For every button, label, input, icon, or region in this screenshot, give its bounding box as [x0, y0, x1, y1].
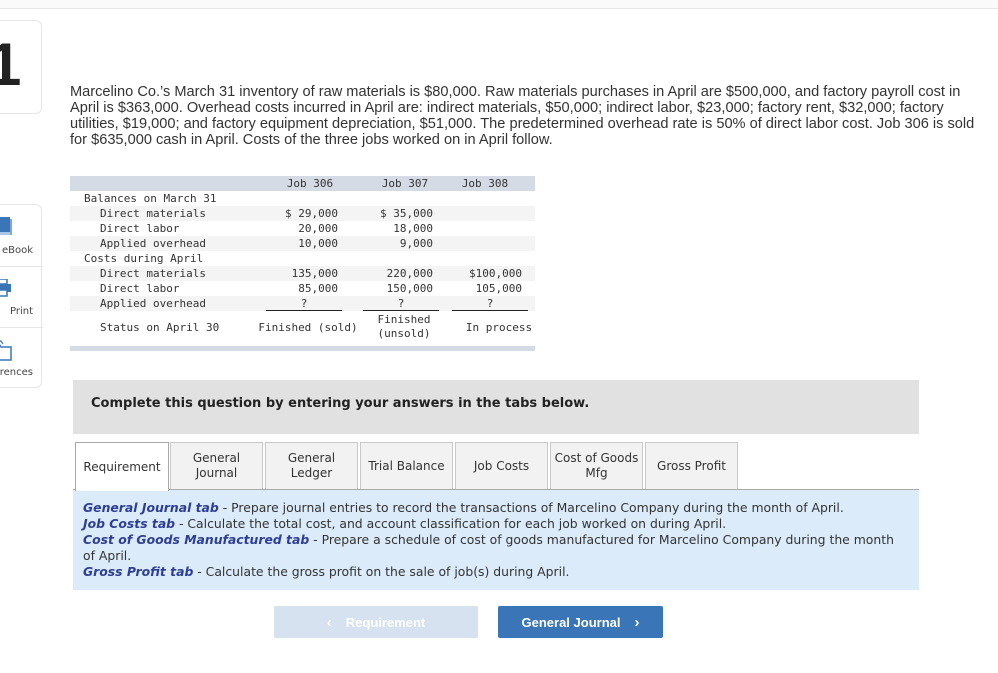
- ebook-label: eBook: [1, 245, 33, 256]
- section-title: Balances on March 31: [84, 192, 217, 205]
- requirement-text: - Prepare journal entries to record the …: [218, 500, 844, 515]
- table-header-row: Job 306 Job 307 Job 308: [70, 176, 535, 191]
- tab-requirement[interactable]: Requirement: [75, 442, 169, 491]
- requirement-tab-name: Gross Profit tab: [83, 564, 194, 579]
- tab-general-journal[interactable]: General Journal: [170, 442, 263, 489]
- tab-label: Requirement: [83, 459, 161, 474]
- print-button[interactable]: Print: [0, 266, 43, 327]
- table-row: Direct labor 20,000 18,000: [70, 221, 535, 236]
- table-row: Direct labor 85,000 150,000 105,000: [70, 281, 535, 296]
- section-title: Costs during April: [84, 252, 204, 265]
- tab-label: General Journal: [192, 451, 241, 480]
- tab-bar: Requirement General Journal General Ledg…: [73, 442, 919, 491]
- tab-general-ledger[interactable]: General Ledger: [265, 442, 358, 489]
- requirement-item: Gross Profit tab - Calculate the gross p…: [83, 564, 909, 580]
- row-label: Applied overhead: [100, 297, 206, 310]
- requirement-item: General Journal tab - Prepare journal en…: [83, 500, 909, 516]
- cell: 150,000: [386, 282, 433, 295]
- header-job-308: Job 308: [461, 177, 509, 190]
- row-label: Direct materials: [100, 267, 206, 280]
- ebook-button[interactable]: eBook: [0, 205, 43, 266]
- table-row: Applied overhead 10,000 9,000: [70, 236, 535, 251]
- cell: ?: [266, 296, 342, 311]
- table-row: Applied overhead ? ? ?: [70, 296, 535, 311]
- cell: 135,000: [291, 267, 338, 280]
- print-label: Print: [9, 306, 33, 317]
- tab-label: Trial Balance: [368, 458, 445, 473]
- section-title-row: Costs during April: [70, 251, 535, 266]
- cell: 20,000: [298, 222, 338, 235]
- tab-label: Job Costs: [473, 458, 530, 473]
- cell: 105,000: [475, 282, 522, 295]
- section-title-row: Balances on March 31: [70, 191, 535, 206]
- tab-cost-of-goods-mfg[interactable]: Cost of Goods Mfg: [550, 442, 643, 489]
- chevron-right-icon: ›: [634, 613, 640, 631]
- tab-label: Gross Profit: [657, 458, 726, 473]
- book-icon: [0, 217, 13, 241]
- problem-text: Marcelino Co.’s March 31 inventory of ra…: [70, 84, 975, 148]
- table-row: Direct materials 135,000 220,000 $100,00…: [70, 266, 535, 281]
- requirement-tab-name: Cost of Goods Manufactured tab: [83, 532, 310, 547]
- cell: $ 29,000: [285, 207, 338, 220]
- tab-trial-balance[interactable]: Trial Balance: [360, 442, 453, 489]
- row-label: Applied overhead: [100, 237, 206, 250]
- instructions-banner: Complete this question by entering your …: [73, 380, 919, 434]
- previous-label: Requirement: [345, 614, 426, 630]
- tab-job-costs[interactable]: Job Costs: [455, 442, 548, 489]
- cell: ?: [363, 296, 439, 311]
- side-toolbar: eBook Print References: [0, 204, 43, 388]
- previous-button[interactable]: ‹ Requirement: [274, 606, 478, 638]
- header-job-307: Job 307: [381, 177, 429, 190]
- next-button[interactable]: General Journal ›: [498, 606, 663, 638]
- references-button[interactable]: References: [0, 327, 43, 388]
- cell: ?: [452, 296, 528, 311]
- cell: 10,000: [298, 237, 338, 250]
- requirement-panel: General Journal tab - Prepare journal en…: [73, 490, 919, 590]
- requirement-tab-name: Job Costs tab: [83, 516, 176, 531]
- cell: $100,000: [469, 267, 522, 280]
- references-icon: [0, 340, 13, 366]
- cell: 85,000: [298, 282, 338, 295]
- requirement-item: Cost of Goods Manufactured tab - Prepare…: [83, 532, 909, 564]
- top-bar: [0, 0, 998, 9]
- header-job-306: Job 306: [286, 177, 334, 190]
- cell: $ 35,000: [380, 207, 433, 220]
- requirement-item: Job Costs tab - Calculate the total cost…: [83, 516, 909, 532]
- chevron-left-icon: ‹: [326, 613, 332, 631]
- cell: 220,000: [386, 267, 433, 280]
- status-row: Status on April 30 Finished (sold) Finis…: [70, 311, 535, 346]
- cell: 9,000: [399, 237, 433, 250]
- next-label: General Journal: [521, 614, 621, 630]
- cell: 18,000: [393, 222, 433, 235]
- tab-gross-profit[interactable]: Gross Profit: [645, 442, 738, 489]
- requirement-tab-name: General Journal tab: [83, 500, 219, 515]
- tab-label: Cost of Goods Mfg: [554, 451, 639, 480]
- row-label: Direct labor: [100, 222, 180, 235]
- table-row: Direct materials $ 29,000 $ 35,000: [70, 206, 535, 221]
- row-label: Direct labor: [100, 282, 180, 295]
- question-number: 1: [0, 31, 21, 98]
- references-label: References: [0, 367, 33, 378]
- instructions-text: Complete this question by entering your …: [91, 396, 590, 411]
- row-label: Direct materials: [100, 207, 206, 220]
- status-job-306: Finished (sold): [258, 321, 358, 334]
- requirement-text: - Calculate the gross profit on the sale…: [193, 564, 570, 579]
- tab-label: General Ledger: [287, 451, 336, 480]
- status-label: Status on April 30: [100, 321, 220, 334]
- requirement-text: - Calculate the total cost, and account …: [175, 516, 727, 531]
- status-job-307: Finished (unsold): [377, 313, 431, 340]
- status-job-308: In process: [465, 321, 533, 334]
- print-icon: [0, 278, 13, 303]
- job-cost-table: Job 306 Job 307 Job 308 Balances on Marc…: [70, 176, 535, 351]
